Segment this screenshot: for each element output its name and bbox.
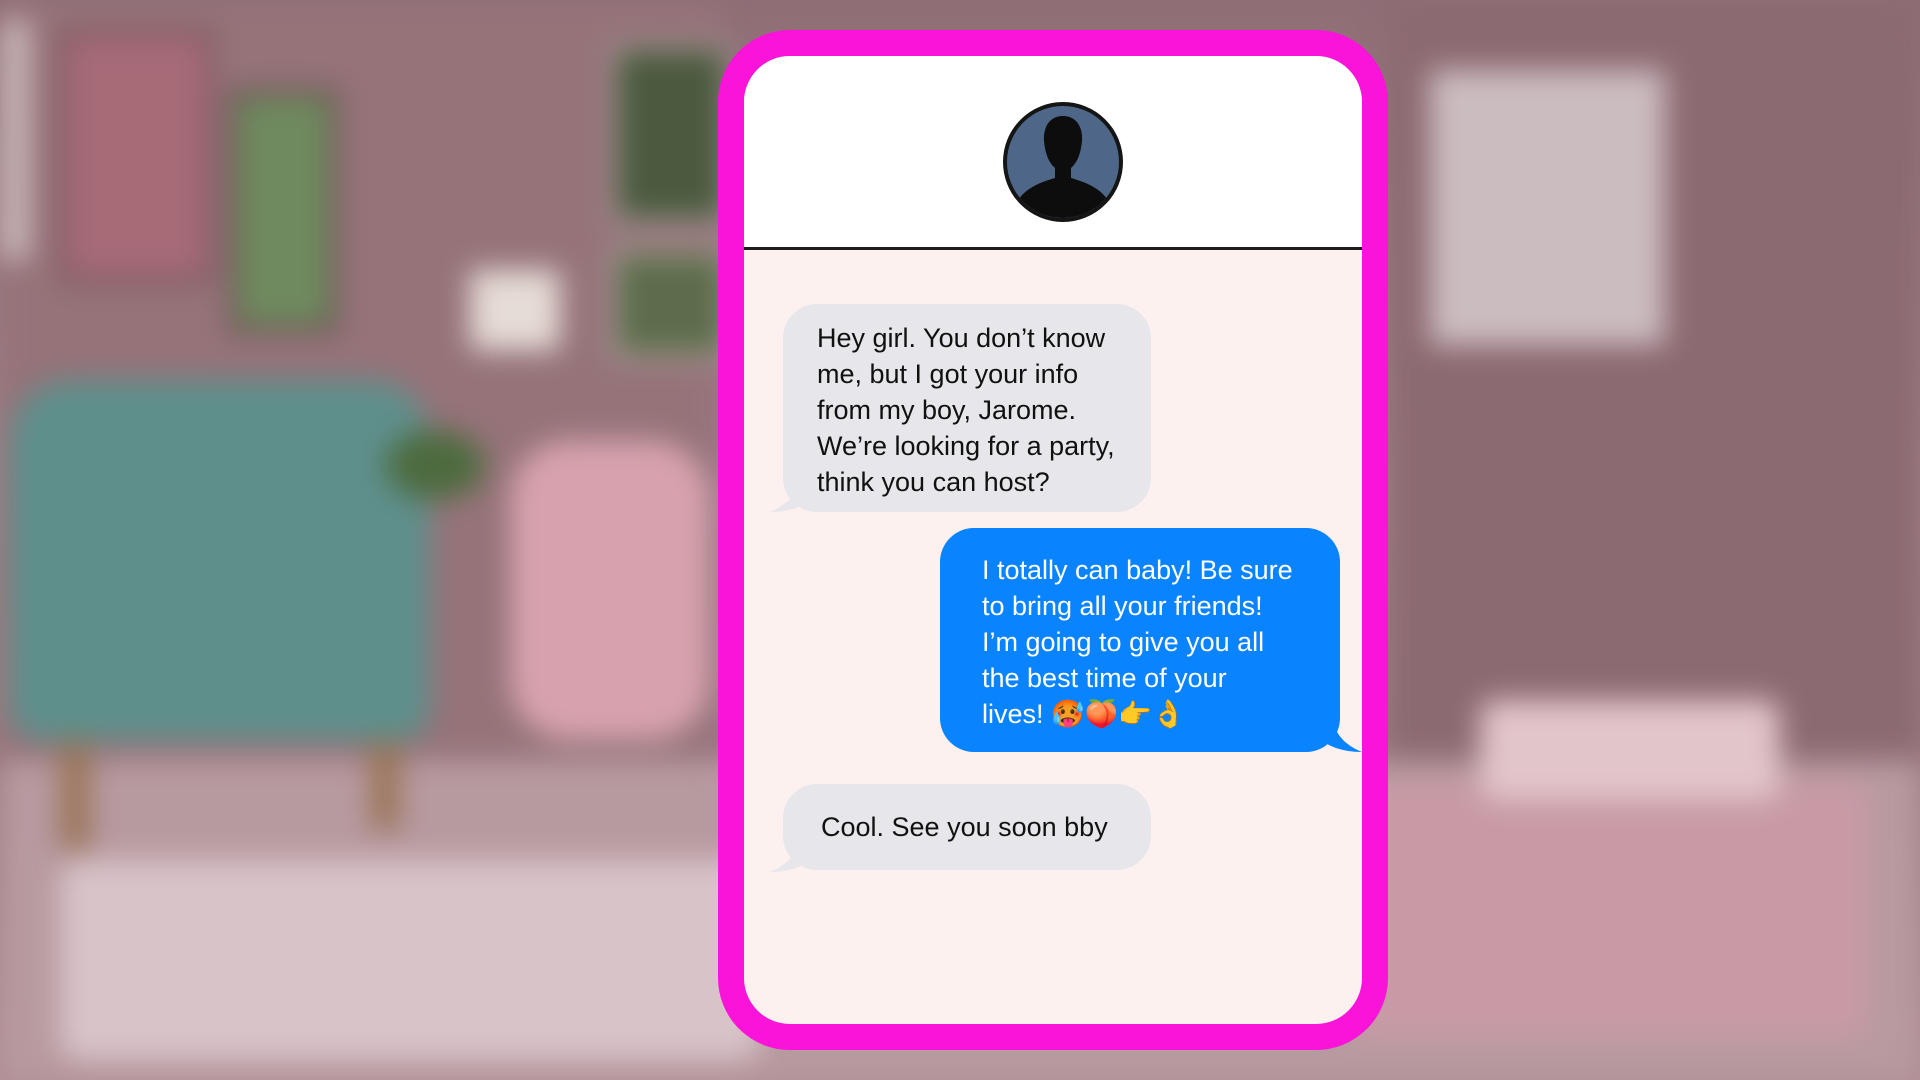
background-frame xyxy=(60,30,212,282)
background-rug-right xyxy=(1350,780,1870,1040)
background-rug xyxy=(60,860,760,1060)
phone-frame: Hey girl. You don’t know me, but I got y… xyxy=(718,30,1388,1050)
incoming-message-bubble: Cool. See you soon bby xyxy=(783,784,1151,870)
scene: Hey girl. You don’t know me, but I got y… xyxy=(0,0,1920,1080)
background-lamp xyxy=(470,270,560,350)
background-pink-chair xyxy=(510,440,710,740)
outgoing-bubble-tail xyxy=(1322,712,1362,752)
chat-header xyxy=(744,56,1362,250)
incoming-bubble-tail xyxy=(770,472,810,512)
background-frame xyxy=(612,45,730,223)
background-plant xyxy=(385,430,485,500)
outgoing-message-bubble: I totally can baby! Be sure to bring all… xyxy=(940,528,1340,752)
background-frame xyxy=(612,250,730,358)
background-frame xyxy=(0,20,30,260)
incoming-bubble-tail xyxy=(770,832,810,872)
background-cushion xyxy=(1480,700,1780,800)
background-frame xyxy=(230,90,337,332)
incoming-message-bubble: Hey girl. You don’t know me, but I got y… xyxy=(783,304,1151,512)
contact-avatar[interactable] xyxy=(1003,102,1123,222)
background-frame xyxy=(1430,70,1665,345)
background-chair-leg xyxy=(370,740,400,830)
background-armchair xyxy=(10,380,430,740)
person-silhouette-icon xyxy=(1017,116,1109,218)
background-chair-leg xyxy=(60,740,90,850)
